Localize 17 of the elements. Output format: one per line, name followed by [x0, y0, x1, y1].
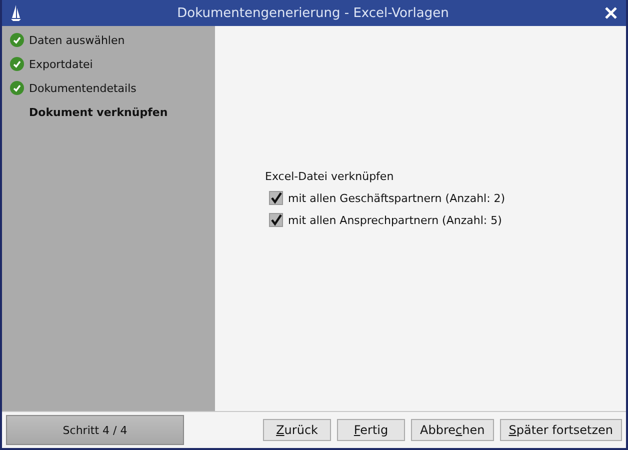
checkbox[interactable]: [269, 213, 283, 227]
step-label: Dokumentendetails: [29, 82, 136, 94]
section-title: Excel-Datei verknüpfen: [265, 170, 395, 183]
window-title: Dokumentengenerierung - Excel-Vorlagen: [176, 6, 450, 20]
dialog-button[interactable]: Abbrechen: [411, 419, 494, 441]
checkbox-label: mit allen Ansprechpartnern (Anzahl: 5): [288, 214, 502, 226]
dialog-button[interactable]: Später fortsetzen: [500, 419, 622, 441]
sailboat-icon: [10, 4, 22, 22]
step-label: Dokument verknüpfen: [29, 106, 168, 118]
checkbox[interactable]: [269, 191, 283, 205]
dialog-button[interactable]: Zurück: [263, 419, 332, 441]
dialog-button[interactable]: Fertig: [337, 419, 406, 441]
step-indicator: Schritt 4 / 4: [6, 415, 184, 445]
step-label: Daten auswählen: [29, 34, 125, 46]
checkbox-label: mit allen Geschäftspartnern (Anzahl: 2): [288, 192, 506, 204]
close-icon[interactable]: [604, 6, 618, 20]
step-label: Exportdatei: [29, 58, 93, 70]
